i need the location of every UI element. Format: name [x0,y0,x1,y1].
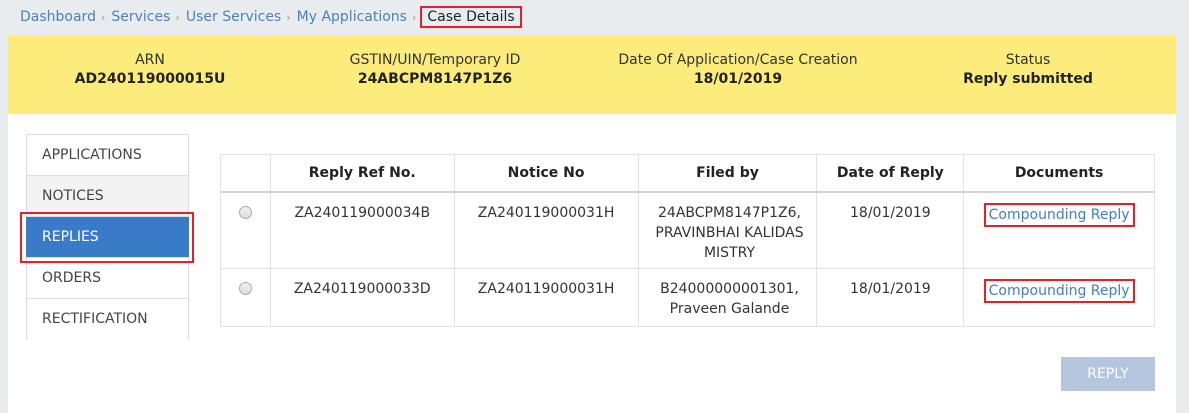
row-radio[interactable] [238,205,252,219]
breadcrumb-separator: › [286,10,291,24]
date-label: Date Of Application/Case Creation [618,52,858,68]
documents-cell: Compounding Reply [963,191,1155,269]
date-cell: 18/01/2019 [816,268,965,327]
breadcrumb-dashboard[interactable]: Dashboard [20,9,96,25]
date-value: 18/01/2019 [693,71,783,87]
breadcrumb-separator: › [411,10,417,24]
table-header-row: Reply Ref No. Notice No Filed by Date of… [220,154,1155,193]
table-row: ZA240119000033D ZA240119000031H B2400000… [220,268,1155,327]
compounding-reply-link[interactable]: Compounding Reply [983,202,1135,227]
reply-ref-cell: ZA240119000034B [269,191,455,269]
nav-item-replies[interactable]: REPLIES [26,217,189,258]
status-block: Status Reply submitted [943,51,1113,89]
nav-item-notices[interactable]: NOTICES [27,176,188,217]
breadcrumb-separator: › [175,10,180,24]
col-header-filed-by: Filed by [637,154,818,193]
date-cell: 18/01/2019 [816,191,965,269]
breadcrumb-services[interactable]: Services [111,9,170,25]
notice-no-cell: ZA240119000031H [453,191,639,269]
content-panel: APPLICATIONS NOTICES REPLIES ORDERS RECT… [8,114,1176,413]
replies-table: Reply Ref No. Notice No Filed by Date of… [220,154,1155,327]
side-navigation: APPLICATIONS NOTICES REPLIES ORDERS RECT… [26,134,189,340]
nav-item-applications[interactable]: APPLICATIONS [27,135,188,176]
status-value: Reply submitted [963,71,1093,87]
notice-no-cell: ZA240119000031H [453,268,639,327]
reply-ref-cell: ZA240119000033D [269,268,455,327]
arn-block: ARN AD240119000015U [60,51,240,89]
case-summary-banner: ARN AD240119000015U GSTIN/UIN/Temporary … [8,35,1176,114]
filed-by-cell: B24000000001301, Praveen Galande [637,268,818,327]
col-header-reply-ref: Reply Ref No. [269,154,455,193]
col-header-select [220,154,271,193]
documents-cell: Compounding Reply [963,268,1155,327]
col-header-documents: Documents [963,154,1155,193]
gstin-label: GSTIN/UIN/Temporary ID [349,52,521,68]
table-row: ZA240119000034B ZA240119000031H 24ABCPM8… [220,191,1155,269]
col-header-date-of-reply: Date of Reply [816,154,965,193]
row-select-cell [220,191,271,269]
gstin-value: 24ABCPM8147P1Z6 [357,71,513,87]
date-block: Date Of Application/Case Creation 18/01/… [603,51,873,89]
filed-by-cell: 24ABCPM8147P1Z6, PRAVINBHAI KALIDAS MIST… [637,191,818,269]
row-radio[interactable] [238,282,252,295]
arn-label: ARN [135,52,165,68]
breadcrumb-current: Case Details [420,6,522,28]
breadcrumb: Dashboard › Services › User Services › M… [20,6,522,28]
nav-item-orders[interactable]: ORDERS [27,258,188,299]
gstin-block: GSTIN/UIN/Temporary ID 24ABCPM8147P1Z6 [330,51,540,89]
reply-button[interactable]: REPLY [1061,357,1155,391]
breadcrumb-my-applications[interactable]: My Applications [297,9,407,25]
compounding-reply-link[interactable]: Compounding Reply [983,279,1135,303]
status-label: Status [1005,52,1051,68]
nav-item-rectification[interactable]: RECTIFICATION [27,299,188,340]
breadcrumb-user-services[interactable]: User Services [186,9,281,25]
arn-value: AD240119000015U [74,71,226,87]
col-header-notice-no: Notice No [453,154,639,193]
row-select-cell [220,268,271,327]
breadcrumb-separator: › [100,10,106,24]
